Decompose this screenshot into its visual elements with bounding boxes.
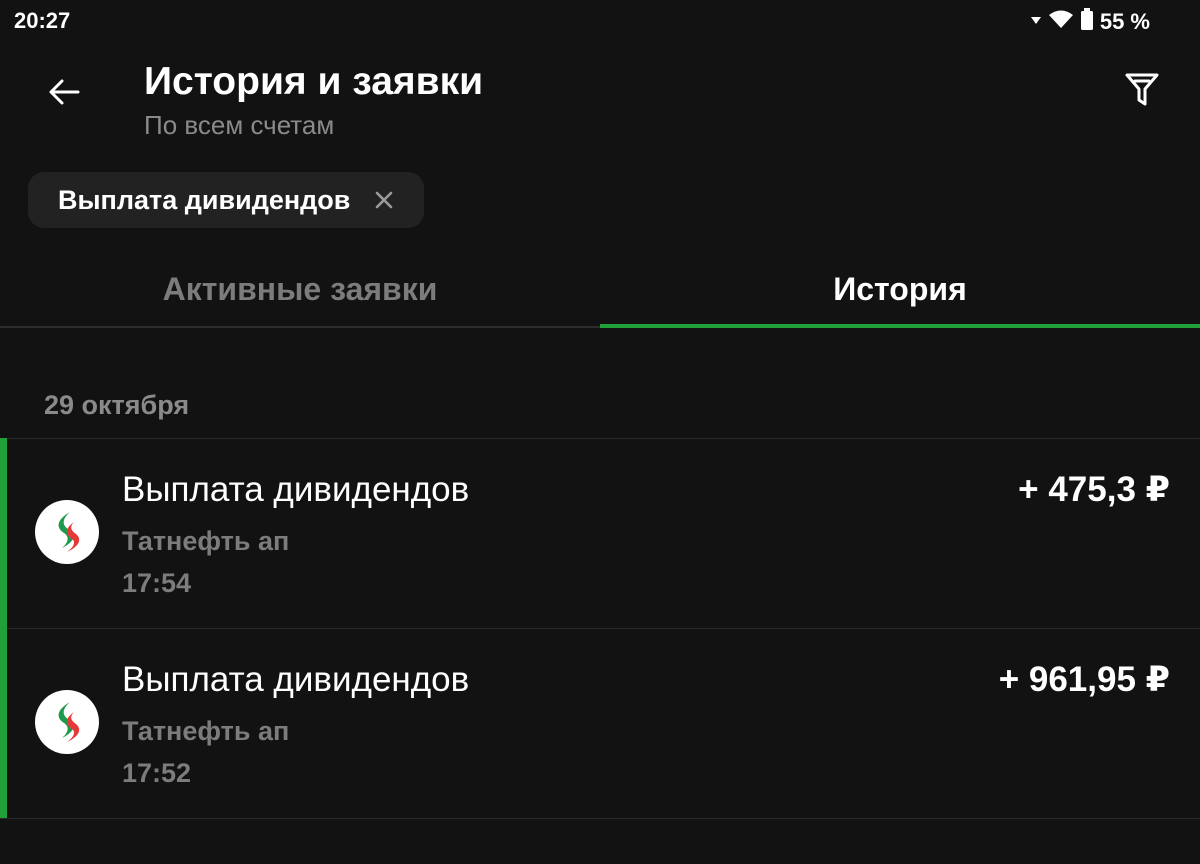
operation-amount: + 475,3 ₽ [1018, 470, 1170, 509]
operation-accent-bar [0, 628, 7, 818]
back-button[interactable] [40, 70, 88, 118]
tatneft-logo [35, 690, 99, 754]
page-subtitle: По всем счетам [144, 110, 335, 140]
operation-row[interactable]: Выплата дивидендов Татнефть ап 17:52 + 9… [0, 628, 1200, 818]
battery-level: 55 % [1099, 8, 1150, 34]
operation-company: Татнефть ап [122, 526, 290, 556]
tab-active-orders[interactable]: Активные заявки [0, 252, 600, 326]
operation-company: Татнефть ап [122, 716, 290, 746]
signal-icon [1030, 13, 1042, 31]
wifi-icon [1048, 9, 1074, 34]
operation-row[interactable]: Выплата дивидендов Татнефть ап 17:54 + 4… [0, 438, 1200, 628]
filter-chip-label: Выплата дивидендов [58, 184, 351, 215]
tab-history-label: История [833, 270, 967, 307]
filter-chip[interactable]: Выплата дивидендов [28, 172, 425, 228]
date-header: 29 октября [44, 390, 190, 420]
tab-active-indicator [600, 324, 1200, 328]
status-bar: 20:27 55 % [0, 0, 1200, 44]
filter-button[interactable] [1118, 68, 1166, 116]
screen: 20:27 55 % История и заявки По всем счет… [0, 0, 1200, 864]
tab-bar: Активные заявки История [0, 252, 1200, 328]
close-icon[interactable] [372, 188, 396, 212]
tatneft-logo [35, 500, 99, 564]
operation-title: Выплата дивидендов [122, 660, 470, 699]
status-time: 20:27 [14, 8, 71, 33]
arrow-left-icon [48, 78, 80, 111]
battery-icon [1080, 8, 1094, 35]
operation-time: 17:52 [122, 758, 192, 788]
tab-active-orders-label: Активные заявки [162, 270, 438, 307]
tab-history[interactable]: История [600, 252, 1200, 328]
filter-icon [1125, 72, 1159, 113]
operation-time: 17:54 [122, 568, 192, 598]
page-title: История и заявки [144, 60, 484, 103]
operation-accent-bar [0, 438, 7, 628]
operation-title: Выплата дивидендов [122, 470, 470, 509]
divider [0, 818, 1200, 819]
status-icons: 55 % [1030, 8, 1150, 35]
operation-amount: + 961,95 ₽ [998, 660, 1170, 699]
